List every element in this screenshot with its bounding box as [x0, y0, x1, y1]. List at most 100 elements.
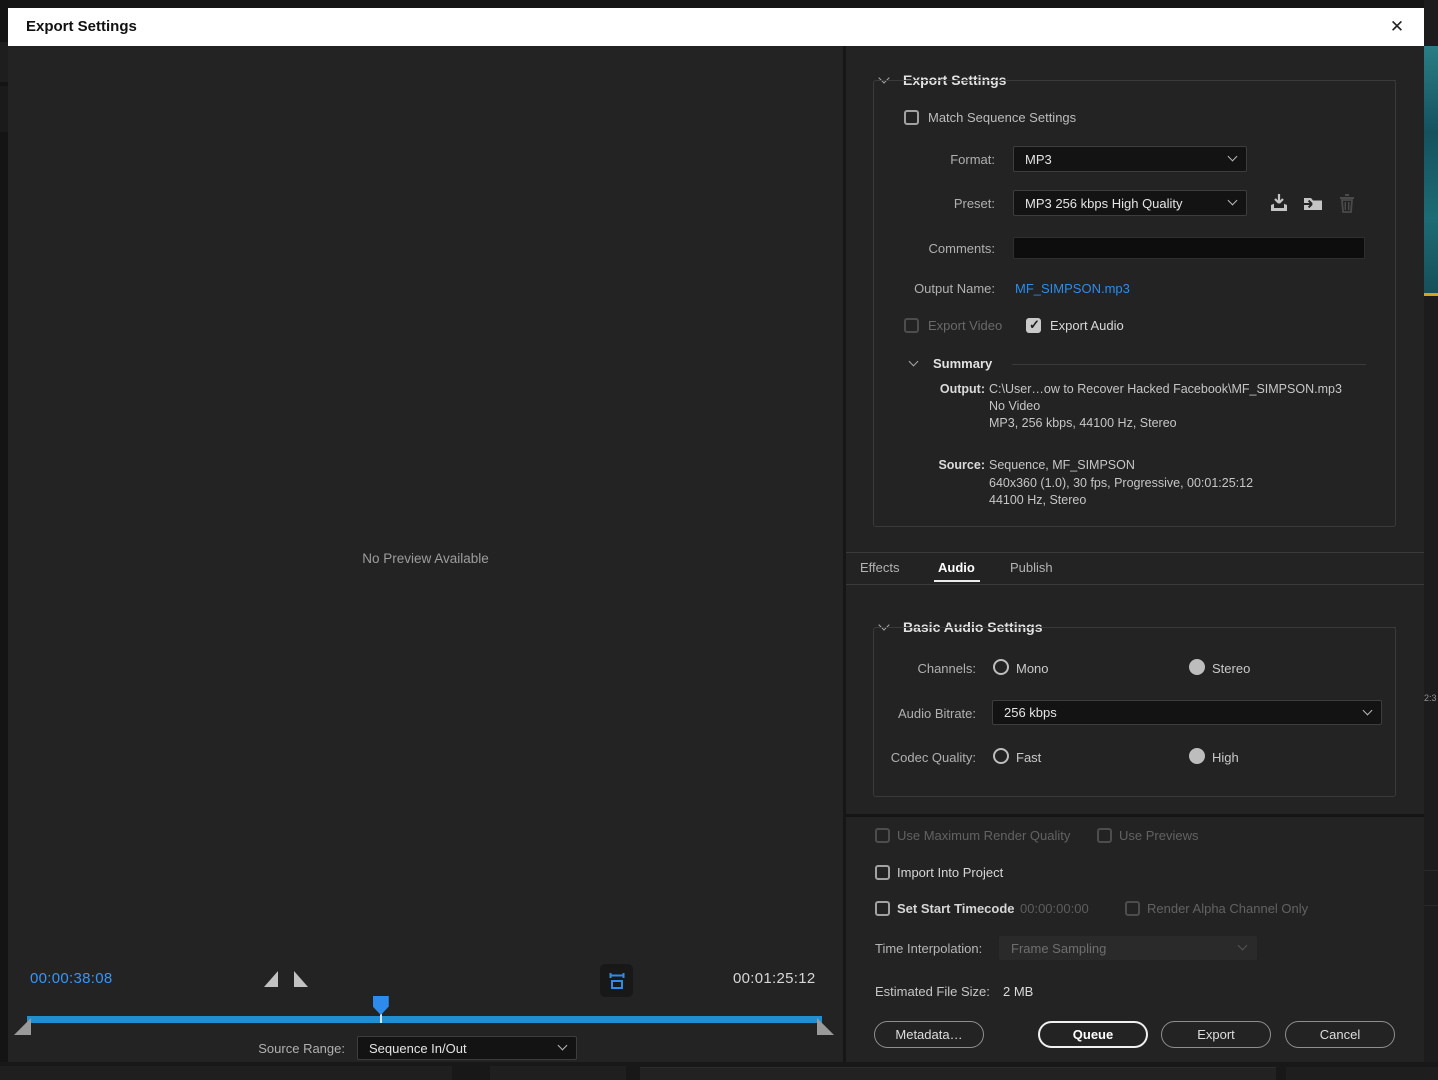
- summary-output-line: C:\User…ow to Recover Hacked Facebook\MF…: [989, 382, 1342, 396]
- mono-radio[interactable]: [993, 659, 1009, 675]
- use-max-render-quality-label: Use Maximum Render Quality: [897, 828, 1070, 843]
- close-button[interactable]: ✕: [1378, 8, 1416, 46]
- summary-source-label: Source:: [846, 458, 985, 472]
- crop-output-button[interactable]: [600, 964, 633, 997]
- no-preview-text: No Preview Available: [8, 551, 843, 566]
- playhead-marker-icon: [373, 996, 389, 1015]
- summary-source-line: Sequence, MF_SIMPSON: [989, 458, 1135, 472]
- match-sequence-settings-checkbox[interactable]: [904, 110, 919, 125]
- chevron-down-icon: [1363, 705, 1373, 715]
- preset-select[interactable]: MP3 256 kbps High Quality: [1013, 190, 1247, 216]
- chevron-down-icon: [1228, 196, 1238, 206]
- app-timeline-sliver: [490, 1066, 626, 1080]
- chevron-down-icon: [1228, 152, 1238, 162]
- app-background-right: 2:3: [1424, 0, 1438, 1080]
- estimated-file-size-label: Estimated File Size:: [875, 984, 990, 999]
- preset-value: MP3 256 kbps High Quality: [1025, 196, 1183, 211]
- active-tab-underline: [934, 580, 980, 582]
- channels-label: Channels:: [800, 661, 976, 676]
- save-preset-button[interactable]: [1268, 192, 1290, 214]
- high-label[interactable]: High: [1212, 750, 1239, 765]
- export-video-label: Export Video: [928, 318, 1002, 333]
- summary-source-line: 640x360 (1.0), 30 fps, Progressive, 00:0…: [989, 476, 1253, 490]
- export-audio-label[interactable]: Export Audio: [1050, 318, 1124, 333]
- comments-input[interactable]: [1013, 237, 1365, 259]
- stereo-radio[interactable]: [1189, 659, 1205, 675]
- divider: [1424, 905, 1438, 906]
- summary-header[interactable]: Summary: [933, 356, 992, 371]
- source-range-label: Source Range:: [180, 1041, 345, 1056]
- import-preset-button[interactable]: [1302, 192, 1324, 214]
- summary-output-line: No Video: [989, 399, 1040, 413]
- summary-source-line: 44100 Hz, Stereo: [989, 493, 1086, 507]
- fast-radio[interactable]: [993, 748, 1009, 764]
- import-into-project-checkbox[interactable]: [875, 865, 890, 880]
- export-audio-checkbox[interactable]: [1026, 318, 1041, 333]
- summary-output-label: Output:: [846, 382, 985, 396]
- cancel-button[interactable]: Cancel: [1285, 1021, 1395, 1048]
- app-timeline-sliver: [0, 1066, 452, 1080]
- chevron-down-icon: [1238, 941, 1248, 951]
- audio-bitrate-label: Audio Bitrate:: [800, 706, 976, 721]
- tab-effects[interactable]: Effects: [860, 560, 900, 575]
- audio-bitrate-select[interactable]: 256 kbps: [992, 700, 1382, 725]
- playhead[interactable]: [373, 996, 389, 1023]
- app-background-left-panel: [0, 42, 8, 82]
- divider: [846, 584, 1424, 585]
- audio-bitrate-value: 256 kbps: [1004, 705, 1057, 720]
- export-video-checkbox: [904, 318, 919, 333]
- estimated-file-size-value: 2 MB: [1003, 984, 1033, 999]
- preset-label: Preset:: [800, 196, 995, 211]
- app-accent-sliver: [1424, 293, 1438, 296]
- scrubber-track[interactable]: [27, 1016, 822, 1023]
- summary-output-line: MP3, 256 kbps, 44100 Hz, Stereo: [989, 416, 1177, 430]
- source-range-select[interactable]: Sequence In/Out: [357, 1036, 577, 1060]
- delete-preset-button: [1337, 192, 1357, 214]
- match-sequence-settings-label[interactable]: Match Sequence Settings: [928, 110, 1076, 125]
- render-alpha-checkbox: [1125, 901, 1140, 916]
- export-button[interactable]: Export: [1161, 1021, 1271, 1048]
- output-name-link[interactable]: MF_SIMPSON.mp3: [1015, 281, 1130, 296]
- output-name-label: Output Name:: [800, 281, 995, 296]
- queue-button[interactable]: Queue: [1038, 1021, 1148, 1048]
- fast-label[interactable]: Fast: [1016, 750, 1041, 765]
- crop-icon: [607, 971, 627, 991]
- time-interpolation-select: Frame Sampling: [999, 936, 1257, 960]
- tab-publish[interactable]: Publish: [1010, 560, 1053, 575]
- use-max-render-quality-checkbox: [875, 828, 890, 843]
- time-interpolation-label: Time Interpolation:: [875, 941, 982, 956]
- app-video-thumbnail-sliver: [1424, 46, 1438, 293]
- format-label: Format:: [800, 152, 995, 167]
- tab-audio[interactable]: Audio: [938, 560, 975, 575]
- import-into-project-label[interactable]: Import Into Project: [897, 865, 1003, 880]
- codec-quality-label: Codec Quality:: [800, 750, 976, 765]
- divider: [1012, 364, 1366, 365]
- format-value: MP3: [1025, 152, 1052, 167]
- divider: [1424, 870, 1438, 871]
- mono-label[interactable]: Mono: [1016, 661, 1049, 676]
- save-preset-icon: [1268, 192, 1290, 214]
- format-select[interactable]: MP3: [1013, 146, 1247, 172]
- trash-icon: [1337, 192, 1357, 214]
- app-background-left-panel: [0, 86, 8, 132]
- app-background-left: [0, 0, 8, 1080]
- comments-label: Comments:: [800, 241, 995, 256]
- chevron-down-icon: [558, 1041, 568, 1051]
- render-alpha-label: Render Alpha Channel Only: [1147, 901, 1308, 916]
- source-range-value: Sequence In/Out: [369, 1041, 467, 1056]
- stereo-label[interactable]: Stereo: [1212, 661, 1250, 676]
- duration-timecode: 00:01:25:12: [733, 970, 816, 987]
- high-radio[interactable]: [1189, 748, 1205, 764]
- dialog-title: Export Settings: [26, 18, 137, 35]
- import-preset-icon: [1302, 192, 1324, 214]
- metadata-button[interactable]: Metadata…: [874, 1021, 984, 1048]
- close-icon: ✕: [1390, 17, 1404, 37]
- export-settings-dialog: 2:3 Export Settings ✕ No Preview Availab…: [0, 0, 1438, 1080]
- set-start-timecode-checkbox[interactable]: [875, 901, 890, 916]
- current-timecode[interactable]: 00:00:38:08: [30, 970, 113, 987]
- set-start-timecode-label[interactable]: Set Start Timecode: [897, 901, 1015, 916]
- divider: [846, 814, 1424, 817]
- use-previews-checkbox: [1097, 828, 1112, 843]
- app-timeline-sliver: [1286, 1067, 1438, 1080]
- app-timecode-sliver: 2:3: [1424, 693, 1437, 703]
